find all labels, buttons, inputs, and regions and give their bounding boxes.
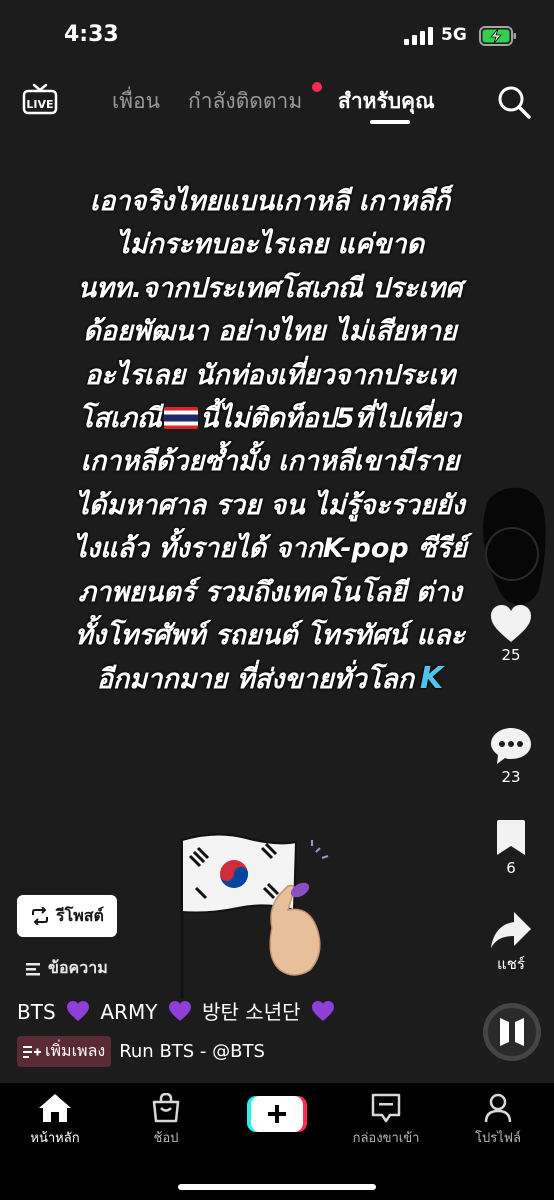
thai-flag-icon [163,407,198,430]
home-indicator [178,1184,376,1190]
caption-line: โสเภณี นี้ไม่ติดท็อป5ที่ไปเที่ยว [30,397,510,440]
caption-segment: นี้ไม่ติดท็อป5ที่ไปเที่ยว [199,403,462,435]
home-icon [39,1094,71,1122]
comment-button[interactable]: 23 [486,726,536,786]
share-label: แชร์ [497,955,525,973]
nav-home[interactable]: หน้าหลัก [7,1093,103,1148]
korea-flag-fingerheart-sticker [180,833,329,998]
nav-inbox[interactable]: กล่องขาเข้า [338,1093,434,1148]
caption-line: อะไรเลย นักท่องเที่ยวจากประเท [84,359,456,391]
repost-button[interactable]: รีโพสต์ [17,895,117,937]
caption-line: ได้มหาศาล รวย จน ไม่รู้จะรวยยัง [75,489,465,521]
purple-heart-icon [311,1001,334,1021]
music-track-name[interactable]: Run BTS - @BTS [119,1041,265,1062]
caption-line: ทั้งโทรศัพท์ รถยนต์ โทรทัศน์ และ [74,620,466,652]
caption-line: ไงแล้ว ทั้งรายได้ จากK-pop ซีรีย์ [73,533,467,565]
nav-profile[interactable]: โปรไฟล์ [450,1093,546,1148]
title-segment: BTS [17,1000,56,1024]
purple-heart-icon [67,1001,89,1021]
purple-heart-icon [168,1001,191,1021]
caption-segment: อีกมากมาย ที่ส่งขายทั่วโลก [96,664,415,696]
tab-following[interactable]: กำลังติดตาม [188,85,302,118]
inbox-icon [371,1093,401,1123]
comment-count: 23 [501,768,521,786]
video-caption: เอาจริงไทยแบนเกาหลี เกาหลีก็ ไม่กระทบอะไ… [30,180,510,702]
bottom-nav: หน้าหลัก ช้อป กล่องขาเข้า โปรไฟล์ [0,1083,554,1200]
tab-friends[interactable]: เพื่อน [112,85,160,118]
text-lines-icon [26,962,40,975]
signal-icon [404,27,433,45]
share-arrow-icon [491,912,531,948]
caption-line: ไม่กระทบอะไรเลย แค่ขาด [115,229,425,261]
like-button[interactable]: 25 [486,604,536,664]
caption-line: นทท.จากประเทศโสเภณี ประเทศ [77,272,463,304]
save-count: 6 [506,859,516,877]
caption-line: ภาพยนตร์ รวมถึงเทคโนโลยี ต่าง [78,576,462,608]
comment-icon [491,728,531,764]
post-description: BTS ARMY 방탄 소년단 [17,996,339,1025]
shopping-bag-icon [152,1093,180,1123]
caption-line: ด้อยพัฒนา อย่างไทย ไม่เสียหาย [83,316,457,348]
share-button[interactable]: แชร์ [486,910,536,976]
profile-icon [484,1093,512,1123]
bts-logo-icon [500,1018,524,1046]
repost-label: รีโพสต์ [56,905,104,925]
active-tab-underline [370,120,410,124]
caption-segment: โสเภณี [78,403,162,435]
svg-text:LIVE: LIVE [26,98,53,111]
top-nav: LIVE เพื่อน กำลังติดตาม สำหรับคุณ [0,70,554,130]
status-bar: 4:33 5G [0,0,554,70]
notification-dot [312,82,322,92]
video-background-object [483,487,546,605]
message-toggle[interactable]: ข้อความ [26,956,108,981]
caption-line: เอาจริงไทยแบนเกาหลี เกาหลีก็ [89,186,451,217]
create-plus-button[interactable] [247,1096,307,1132]
battery-charging-icon [479,26,516,46]
save-button[interactable]: 6 [486,819,536,877]
nav-profile-label: โปรไฟล์ [475,1131,521,1146]
tab-for-you[interactable]: สำหรับคุณ [338,85,435,118]
message-label: ข้อความ [48,958,108,977]
playlist-add-icon [23,1045,41,1058]
add-music-button[interactable]: เพิ่มเพลง [17,1036,112,1067]
status-time: 4:33 [64,22,119,47]
caption-line: อีกมากมาย ที่ส่งขายทั่วโลก K [30,657,510,701]
repost-icon [32,907,49,925]
nav-shop[interactable]: ช้อป [118,1093,214,1148]
heart-icon [491,605,531,642]
nav-inbox-label: กล่องขาเข้า [352,1131,420,1146]
nav-shop-label: ช้อป [153,1131,179,1146]
add-music-label: เพิ่มเพลง [45,1041,106,1060]
music-disc[interactable] [483,1003,541,1061]
search-icon[interactable] [496,84,532,120]
k-badge: K [420,661,444,697]
bookmark-icon [497,820,525,855]
like-count: 25 [501,646,521,664]
title-segment: ARMY [100,1000,158,1024]
caption-line: เกาหลีด้วยซ้ำมั้ง เกาหลีเขามีราย [80,446,460,478]
live-icon[interactable]: LIVE [22,82,58,116]
nav-home-label: หน้าหลัก [30,1131,80,1146]
title-segment: 방탄 소년단 [202,1000,301,1024]
music-row: เพิ่มเพลง Run BTS - @BTS [17,1036,265,1067]
network-type: 5G [441,25,467,45]
